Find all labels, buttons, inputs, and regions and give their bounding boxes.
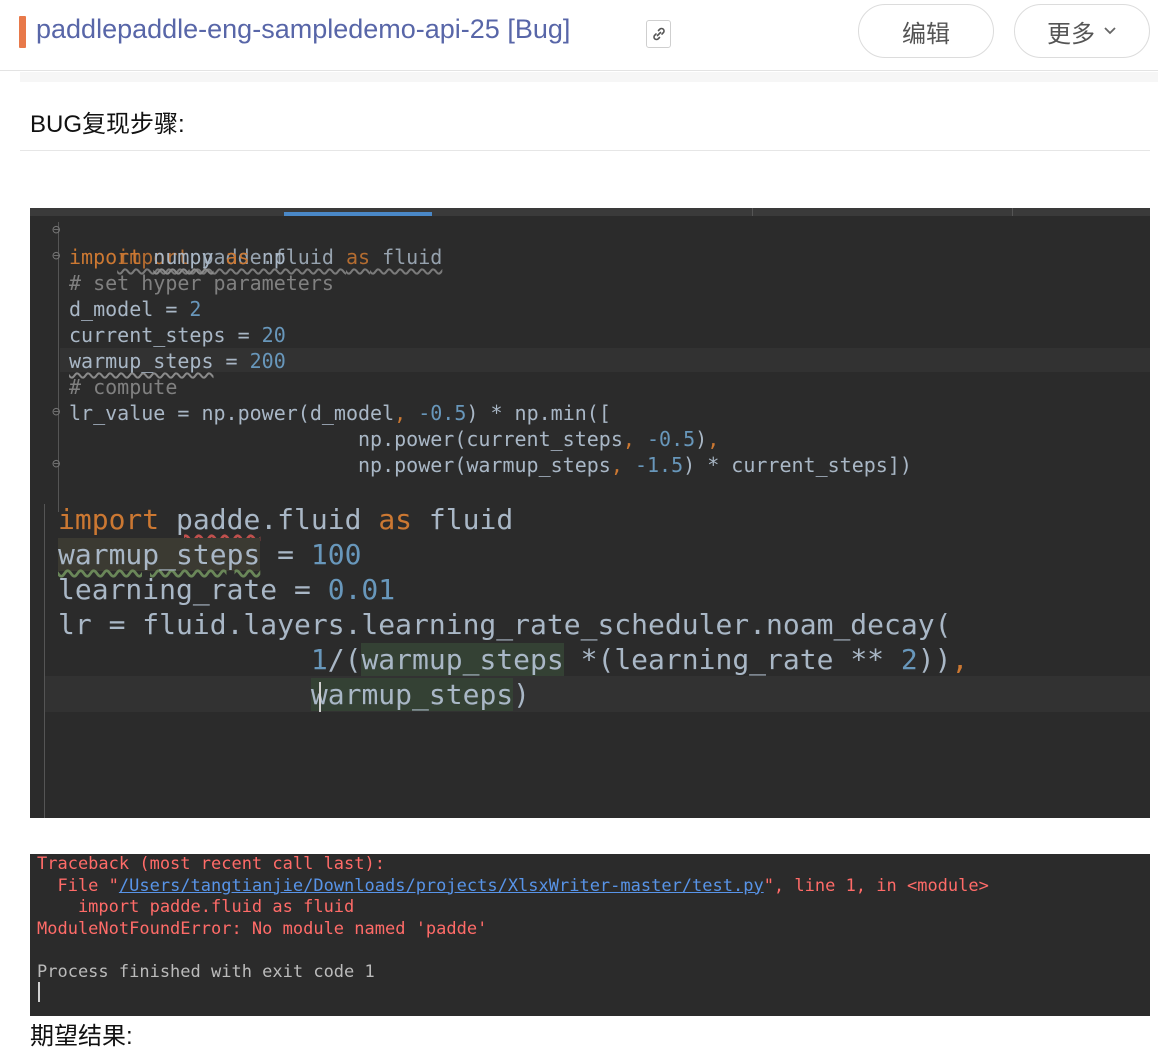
gutter-line (44, 504, 45, 818)
tab-separator (752, 208, 753, 216)
chevron-down-icon (1104, 27, 1116, 35)
code-line-large-1: import padde.fluid as fluid (58, 503, 514, 536)
more-button[interactable]: 更多 (1014, 4, 1150, 58)
console-traceback-line: Traceback (most recent call last): (37, 854, 385, 874)
text-caret (319, 682, 321, 712)
console-file-prefix: File " (37, 875, 119, 896)
run-console-screenshot: Traceback (most recent call last): File … (30, 854, 1150, 1016)
console-caret (38, 982, 40, 1002)
console-file-link[interactable]: /Users/tangtianjie/Downloads/projects/Xl… (119, 876, 764, 896)
issue-title: paddlepaddle-eng-sampledemo-api-25 [Bug] (36, 14, 571, 44)
editor-tab-strip (30, 208, 1150, 216)
code-line-small-5: current_steps = 20 (69, 323, 286, 347)
code-line-small-10: np.power(warmup_steps, -1.5) * current_s… (69, 453, 912, 477)
console-source-line: import padde.fluid as fluid (37, 897, 355, 917)
section-heading: BUG复现步骤: (30, 111, 185, 138)
fold-marker-icon: ⊖ (52, 456, 61, 472)
code-line-large-6: warmup_steps) (310, 678, 531, 711)
fold-marker-icon: ⊖ (52, 248, 61, 264)
code-line-large-5: 1/(warmup_steps *(learning_rate ** 2)), (310, 643, 969, 676)
console-exit-line: Process finished with exit code 1 (37, 961, 375, 982)
issue-header: paddlepaddle-eng-sampledemo-api-25 [Bug]… (0, 0, 1158, 71)
header-shadow-band (20, 72, 1158, 82)
title-accent-bar (19, 16, 26, 48)
tab-separator (1012, 208, 1013, 216)
console-file-line: File "/Users/tangtianjie/Downloads/proje… (37, 875, 989, 898)
fold-marker-icon: ⊖ (52, 404, 61, 420)
section-divider (20, 150, 1150, 151)
fold-marker-icon: ⊖ (52, 222, 61, 238)
code-line-small-2: import numpy as np (69, 244, 286, 270)
code-line-large-3: learning_rate = 0.01 (58, 573, 396, 606)
code-line-small-8: lr_value = np.power(d_model, -0.5) * np.… (69, 401, 611, 425)
more-button-label: 更多 (1047, 20, 1095, 48)
expected-result-heading: 期望结果: (30, 1023, 133, 1050)
edit-button[interactable]: 编辑 (858, 4, 994, 58)
code-line-small-9: np.power(current_steps, -0.5), (69, 427, 720, 451)
code-line-small-4: d_model = 2 (69, 297, 202, 321)
link-icon[interactable] (646, 20, 671, 48)
editor-active-tab-indicator (284, 212, 432, 216)
code-line-small-7: # compute (69, 375, 178, 399)
code-line-small-6: warmup_steps = 200 (69, 349, 286, 373)
code-text: import numpy as np (69, 245, 286, 269)
code-line-large-2: warmup_steps = 100 (58, 538, 362, 571)
edit-button-label: 编辑 (902, 20, 950, 48)
console-file-suffix: ", line 1, in <module> (763, 875, 989, 896)
code-editor-screenshot: ⊖ ⊖ ⊖ ⊖ import padde.fluid as fluid impo… (30, 208, 1150, 818)
code-line-large-4: lr = fluid.layers.learning_rate_schedule… (58, 608, 952, 641)
code-line-small-3: # set hyper parameters (69, 271, 334, 295)
console-error-line: ModuleNotFoundError: No module named 'pa… (37, 918, 488, 939)
